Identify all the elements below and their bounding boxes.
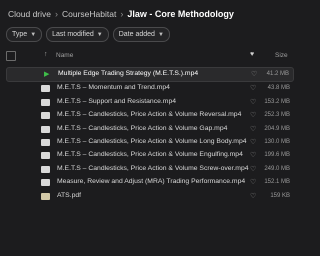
filter-last-modified-label: Last modified [52,31,94,38]
file-size: 43.8 MB [267,85,290,92]
favourite-heart-icon[interactable]: ♡ [250,84,256,92]
pdf-file-icon [41,192,50,200]
chevron-right-icon: › [55,9,58,19]
video-file-icon [41,165,50,173]
file-name[interactable]: M.E.T.S – Candlesticks, Price Action & V… [57,151,243,158]
filter-last-modified-dropdown[interactable]: Last modified ▼ [46,27,109,42]
file-name[interactable]: M.E.T.S – Candlesticks, Price Action & V… [57,138,247,145]
favourite-heart-icon[interactable]: ♡ [250,111,256,119]
video-file-icon [41,112,50,120]
file-row[interactable]: M.E.T.S – Momentum and Trend.mp4 ♡ 43.8 MB [0,82,300,95]
video-file-icon [41,125,50,133]
file-row[interactable]: M.E.T.S – Candlesticks, Price Action & V… [0,149,300,162]
size-column-header[interactable]: Size [275,52,288,59]
file-size: 204.9 MB [264,125,290,132]
chevron-down-icon: ▼ [30,31,37,38]
file-name[interactable]: M.E.T.S – Candlesticks, Price Action & V… [57,111,241,118]
chevron-down-icon: ▼ [157,31,164,38]
breadcrumb-current-folder: Jlaw - Core Methodology [127,9,234,19]
file-row[interactable]: M.E.T.S – Candlesticks, Price Action & V… [0,163,300,176]
file-name[interactable]: M.E.T.S – Candlesticks, Price Action & V… [57,165,249,172]
select-all-checkbox[interactable] [6,51,16,61]
filter-type-label: Type [12,31,28,38]
file-row[interactable]: M.E.T.S – Candlesticks, Price Action & V… [0,123,300,136]
file-name[interactable]: Measure, Review and Adjust (MRA) Trading… [57,178,245,185]
filter-bar: Type ▼ Last modified ▼ Date added ▼ [6,27,170,42]
file-size: 41.2 MB [266,71,289,77]
file-row[interactable]: ATS.pdf ♡ 159 KB [0,190,300,203]
file-name[interactable]: ATS.pdf [57,192,81,199]
video-file-icon [41,98,50,106]
favourite-heart-icon[interactable]: ♡ [250,151,256,159]
file-size: 130.0 MB [264,138,290,145]
favourite-heart-icon[interactable]: ♡ [250,178,256,186]
video-file-icon [41,152,50,160]
file-size: 159 KB [270,192,290,199]
favourite-column-heart-icon[interactable]: ♥ [250,51,254,58]
filter-date-added-dropdown[interactable]: Date added ▼ [112,27,170,42]
file-list: ▶ Multiple Edge Trading Strategy (M.E.T.S… [0,67,300,203]
breadcrumb-item-coursehabitat[interactable]: CourseHabitat [62,9,116,19]
play-icon[interactable]: ▶ [44,70,49,78]
video-file-icon [41,85,50,93]
breadcrumb-item-cloud-drive[interactable]: Cloud drive [8,9,51,19]
sort-up-arrow-icon[interactable]: ↑ [44,51,48,58]
favourite-heart-icon[interactable]: ♡ [250,192,256,200]
name-column-header[interactable]: Name [56,52,73,59]
file-row[interactable]: M.E.T.S – Candlesticks, Price Action & V… [0,109,300,122]
filter-date-added-label: Date added [118,31,155,38]
video-file-icon [41,179,50,187]
file-size: 199.6 MB [264,152,290,159]
file-name[interactable]: M.E.T.S – Candlesticks, Price Action & V… [57,125,227,132]
chevron-right-icon: › [120,9,124,19]
file-name[interactable]: Multiple Edge Trading Strategy (M.E.T.S.… [58,70,198,77]
file-row[interactable]: ▶ Multiple Edge Trading Strategy (M.E.T.S… [6,67,294,83]
file-row[interactable]: Measure, Review and Adjust (MRA) Trading… [0,176,300,189]
file-name[interactable]: M.E.T.S – Support and Resistance.mp4 [57,98,176,105]
favourite-heart-icon[interactable]: ♡ [250,98,256,106]
file-size: 152.1 MB [264,179,290,186]
file-row[interactable]: M.E.T.S – Support and Resistance.mp4 ♡ 153… [0,96,300,109]
favourite-heart-icon[interactable]: ♡ [250,125,256,133]
file-size: 153.2 MB [264,98,290,105]
favourite-heart-icon[interactable]: ♡ [250,138,256,146]
favourite-heart-icon[interactable]: ♡ [251,70,257,78]
file-size: 252.3 MB [264,112,290,119]
file-row[interactable]: M.E.T.S – Candlesticks, Price Action & V… [0,136,300,149]
chevron-down-icon: ▼ [96,31,103,38]
video-file-icon [41,138,50,146]
file-name[interactable]: M.E.T.S – Momentum and Trend.mp4 [57,84,170,91]
filter-type-dropdown[interactable]: Type ▼ [6,27,43,42]
file-size: 249.0 MB [264,165,290,172]
favourite-heart-icon[interactable]: ♡ [250,165,256,173]
breadcrumb: Cloud drive › CourseHabitat › Jlaw - Cor… [8,9,296,19]
